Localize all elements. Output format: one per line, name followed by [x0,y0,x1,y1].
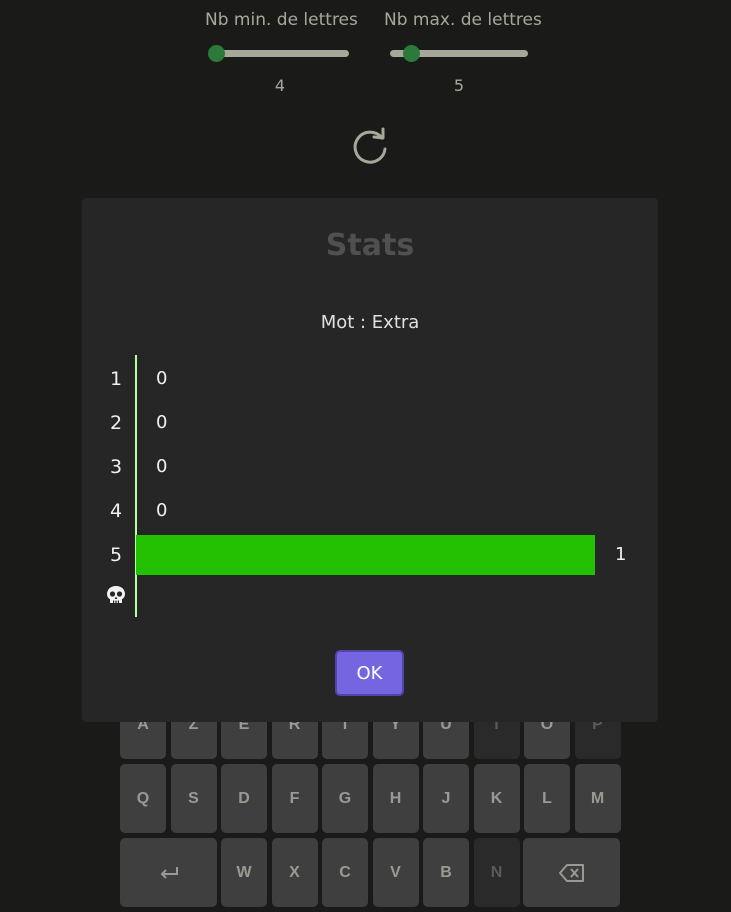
key-w[interactable]: W [221,838,267,907]
refresh-button[interactable] [350,125,390,167]
key-b[interactable]: B [423,838,469,907]
chart-label-4: 4 [109,500,123,522]
max-letters-slider-group: Nb max. de lettres 5 [384,10,542,95]
refresh-icon [353,127,387,164]
key-k[interactable]: K [473,764,520,833]
chart-value-4: 0 [156,500,168,521]
key-l[interactable]: L [524,764,570,833]
max-letters-value: 5 [453,76,465,95]
enter-key[interactable] [120,838,217,907]
key-g[interactable]: G [322,764,368,833]
key-m[interactable]: M [574,764,621,833]
chart-value-5: 1 [615,544,627,565]
ok-button[interactable]: OK [335,650,404,696]
min-letters-label: Nb min. de lettres [205,10,358,30]
key-n[interactable]: N [473,838,520,907]
max-letters-slider-thumb[interactable] [403,45,420,62]
max-letters-slider[interactable] [390,45,528,62]
chart-value-2: 0 [156,412,168,433]
key-h[interactable]: H [372,764,419,833]
key-j[interactable]: J [423,764,469,833]
chart-label-5: 5 [109,544,123,566]
min-letters-value: 4 [274,76,286,95]
min-letters-slider-thumb[interactable] [208,45,225,62]
skull-icon [104,584,128,614]
chart-label-1: 1 [109,368,123,390]
key-v[interactable]: V [372,838,419,907]
chart-label-2: 2 [109,412,123,434]
chart-axis-line [135,355,137,617]
chart-value-3: 0 [156,456,168,477]
key-d[interactable]: D [221,764,267,833]
key-q[interactable]: Q [120,764,166,833]
min-letters-slider[interactable] [208,45,349,62]
chart-value-1: 0 [156,368,168,389]
chart-label-3: 3 [109,456,123,478]
backspace-key[interactable] [523,838,620,907]
enter-icon [160,866,178,879]
key-s[interactable]: S [170,764,217,833]
min-letters-slider-group: Nb min. de lettres 4 [205,10,358,95]
key-x[interactable]: X [271,838,318,907]
stats-modal: Stats Mot : Extra 1020304051 OK [82,198,658,722]
backspace-icon [558,863,584,882]
stats-chart: 1 0 2 0 3 0 4 0 5 1 [82,198,658,722]
max-letters-label: Nb max. de lettres [384,10,542,30]
chart-bar-5 [136,535,595,575]
key-c[interactable]: C [322,838,368,907]
key-f[interactable]: F [271,764,318,833]
